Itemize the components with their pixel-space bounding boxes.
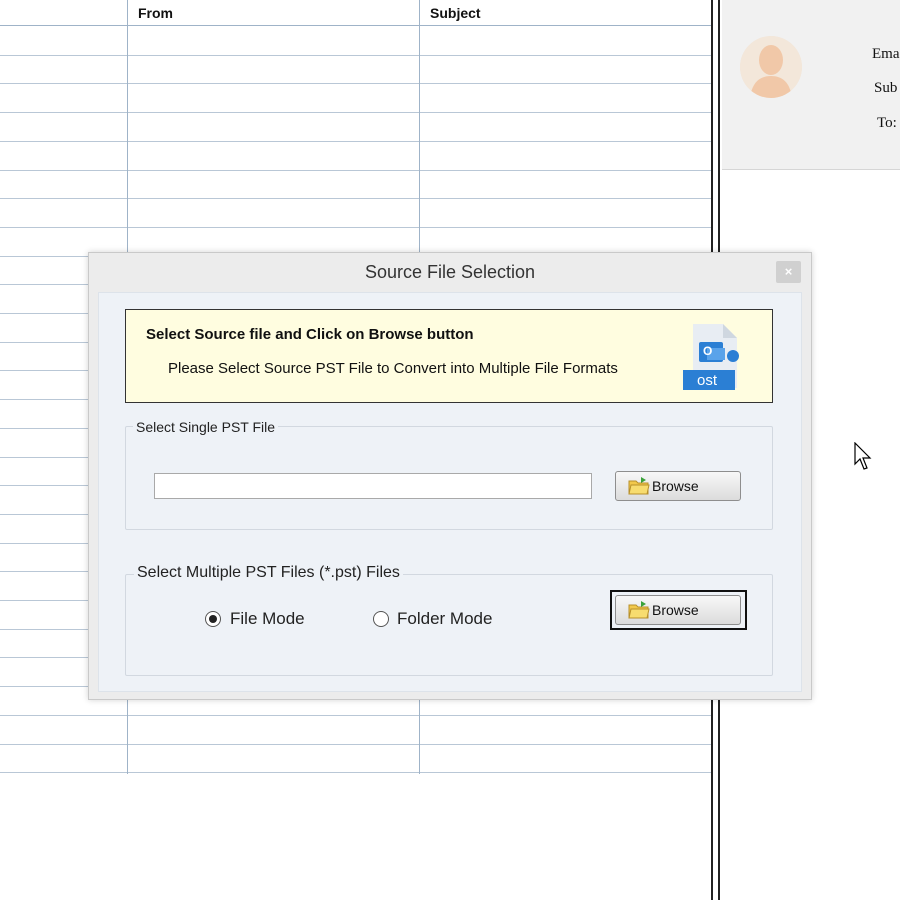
file-mode-radio[interactable] xyxy=(205,611,221,627)
ost-file-icon: O ost xyxy=(683,322,747,392)
table-row[interactable] xyxy=(0,772,712,773)
folder-mode-radio[interactable] xyxy=(373,611,389,627)
table-row[interactable] xyxy=(0,112,712,113)
subject-label: Sub xyxy=(874,80,898,96)
table-row[interactable] xyxy=(0,744,712,745)
table-row[interactable] xyxy=(0,170,712,171)
email-preview-header: Ema Sub To: xyxy=(722,0,900,170)
table-row[interactable] xyxy=(0,715,712,716)
radio-selected-dot xyxy=(209,615,217,623)
table-row[interactable] xyxy=(0,227,712,228)
dialog-body: Select Source file and Click on Browse b… xyxy=(98,292,802,692)
table-row[interactable] xyxy=(0,83,712,84)
multiple-browse-label: Browse xyxy=(652,602,699,618)
ost-icon-letter: O xyxy=(703,344,713,358)
email-label: Ema xyxy=(872,46,900,62)
column-header-from[interactable]: From xyxy=(128,0,173,26)
folder-mode-label[interactable]: Folder Mode xyxy=(397,609,492,629)
multiple-pst-group-label: Select Multiple PST Files (*.pst) Files xyxy=(134,564,403,582)
table-row[interactable] xyxy=(0,198,712,199)
instruction-banner: Select Source file and Click on Browse b… xyxy=(125,309,773,403)
table-row[interactable] xyxy=(0,55,712,56)
grid-header-row: From Subject xyxy=(0,0,712,26)
table-row[interactable] xyxy=(0,141,712,142)
column-header-subject[interactable]: Subject xyxy=(420,0,481,26)
single-browse-button[interactable]: Browse xyxy=(615,471,741,501)
multiple-browse-button[interactable]: Browse xyxy=(615,595,741,625)
file-mode-label[interactable]: File Mode xyxy=(230,609,305,629)
ost-icon-text: ost xyxy=(697,372,718,389)
avatar xyxy=(740,36,802,98)
dialog-title: Source File Selection xyxy=(364,262,536,282)
folder-icon xyxy=(628,476,650,496)
single-pst-group-label: Select Single PST File xyxy=(133,419,279,435)
banner-title: Select Source file and Click on Browse b… xyxy=(146,326,474,343)
single-browse-label: Browse xyxy=(652,478,699,494)
mouse-pointer-icon xyxy=(854,441,874,472)
close-button[interactable]: × xyxy=(776,261,801,283)
to-label: To: xyxy=(877,115,897,131)
single-pst-path-input[interactable] xyxy=(154,473,592,499)
source-file-selection-dialog: Source File Selection × Select Source fi… xyxy=(88,252,812,700)
banner-subtitle: Please Select Source PST File to Convert… xyxy=(168,360,618,377)
folder-icon xyxy=(628,600,650,620)
